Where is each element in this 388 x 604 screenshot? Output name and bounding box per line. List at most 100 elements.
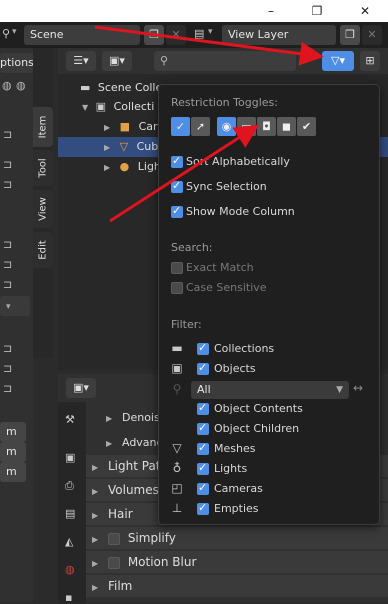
viewport-disable-toggle[interactable]: ▭ xyxy=(237,117,256,136)
scene-name-field[interactable]: Scene xyxy=(24,25,140,45)
panel-label: Hair xyxy=(107,507,133,521)
scene-icon: ⚲ xyxy=(2,27,11,40)
display-mode-dropdown[interactable]: ☰▾ xyxy=(66,51,96,71)
tab-view[interactable]: View xyxy=(33,190,53,228)
holdout-toggle[interactable]: ◼ xyxy=(277,117,296,136)
panel-label: Advanc xyxy=(121,436,163,449)
chevron-down-icon[interactable]: ▾ xyxy=(12,28,17,37)
object-contents-label: Object Contents xyxy=(214,402,303,415)
lock-icon[interactable]: ⊐ xyxy=(3,238,12,251)
outliner-filter-mode-dropdown[interactable]: ▣▾ xyxy=(102,51,132,71)
lock-icon[interactable]: ⊐ xyxy=(3,362,12,375)
lights-checkbox[interactable] xyxy=(197,461,209,475)
delete-view-layer-button[interactable]: ✕ xyxy=(362,25,382,45)
output-icon[interactable]: ⎙ xyxy=(65,480,74,491)
render-icon[interactable]: ▣ xyxy=(65,452,75,463)
sort-alphabetically-checkbox[interactable] xyxy=(171,154,183,168)
dimension-y-field[interactable]: m xyxy=(0,442,26,462)
lock-icon[interactable]: ⊐ xyxy=(3,128,12,141)
motion-blur-checkbox[interactable] xyxy=(107,556,120,569)
view-layer-icon[interactable]: ▤ xyxy=(65,508,75,519)
delete-scene-button[interactable]: ✕ xyxy=(166,25,186,45)
lock-icon[interactable]: ⊐ xyxy=(3,258,12,271)
selectable-toggle[interactable]: ➚ xyxy=(191,117,210,136)
sort-alphabetically-label: Sort Alphabetically xyxy=(186,155,290,168)
editor-type-dropdown[interactable]: ▣▾ xyxy=(66,378,96,398)
meshes-checkbox[interactable] xyxy=(197,441,209,455)
lock-icon[interactable]: ⊐ xyxy=(3,158,12,171)
panel-motion-blur[interactable]: ▶ Motion Blur xyxy=(86,551,388,573)
exact-match-checkbox[interactable] xyxy=(171,262,183,274)
world-icon[interactable]: ◍ xyxy=(65,564,75,575)
panel-label: Motion Blur xyxy=(127,555,197,569)
shading-buttons[interactable]: ◍ ◍ xyxy=(0,78,33,96)
tab-item[interactable]: Item xyxy=(33,107,53,147)
rotation-mode-dropdown[interactable]: ▾ xyxy=(0,296,30,316)
chevron-right-icon: ▶ xyxy=(92,583,99,592)
collection-icon: ▬ xyxy=(171,341,183,355)
exclude-checkbox-toggle[interactable]: ✓ xyxy=(171,117,190,136)
dimension-z-field[interactable]: m xyxy=(0,462,26,482)
scene-icon[interactable]: ◭ xyxy=(65,536,73,547)
chevron-right-icon[interactable]: ▶ xyxy=(104,163,110,172)
panel-label: Volumes xyxy=(107,483,159,497)
case-sensitive-label: Case Sensitive xyxy=(186,281,267,294)
row-label: Collecti xyxy=(113,100,155,113)
objects-filter-dropdown[interactable]: All ▼ xyxy=(191,381,349,399)
panel-simplify[interactable]: ▶ Simplify xyxy=(86,527,388,549)
tab-edit[interactable]: Edit xyxy=(33,232,53,268)
indirect-only-toggle[interactable]: ✔ xyxy=(297,117,316,136)
minimize-button[interactable]: – xyxy=(256,2,286,20)
object-children-checkbox[interactable] xyxy=(197,421,209,435)
cameras-checkbox[interactable] xyxy=(197,481,209,495)
filter-heading: Filter: xyxy=(171,318,202,331)
tab-tool[interactable]: Tool xyxy=(33,150,53,186)
meshes-label: Meshes xyxy=(214,442,256,455)
exact-match-label: Exact Match xyxy=(186,261,254,274)
sphere-icon[interactable]: ◍ xyxy=(16,80,26,91)
camera-icon: ■ xyxy=(119,120,131,133)
outliner-search-input[interactable]: ⚲ xyxy=(154,51,296,71)
sync-selection-checkbox[interactable] xyxy=(171,179,183,193)
lock-icon[interactable]: ⊐ xyxy=(3,382,12,395)
tab-label: Tool xyxy=(37,158,49,178)
view-layer-icon: ▤ xyxy=(194,27,205,40)
new-view-layer-button[interactable]: ❐ xyxy=(340,25,360,45)
collections-checkbox[interactable] xyxy=(197,341,209,355)
case-sensitive-checkbox[interactable] xyxy=(171,282,183,294)
viewport-hide-toggle[interactable]: ◉ xyxy=(217,117,236,136)
render-disable-toggle[interactable]: ◘ xyxy=(257,117,276,136)
chevron-right-icon[interactable]: ▶ xyxy=(104,143,110,152)
empties-checkbox[interactable] xyxy=(197,501,209,515)
row-label: Cub xyxy=(136,140,159,153)
restriction-toggles-heading: Restriction Toggles: xyxy=(171,96,278,109)
collections-label: Collections xyxy=(214,342,275,355)
tab-label: View xyxy=(37,197,49,221)
lock-icon[interactable]: ⊐ xyxy=(3,278,12,291)
new-scene-button[interactable]: ❐ xyxy=(144,25,164,45)
lock-icon[interactable]: ⊐ xyxy=(3,342,12,355)
chevron-right-icon[interactable]: ▶ xyxy=(104,123,110,132)
swap-arrows-icon[interactable]: ↔ xyxy=(353,382,363,394)
sphere-icon[interactable]: ◍ xyxy=(2,80,12,91)
chevron-down-icon[interactable]: ▼ xyxy=(82,103,88,112)
cameras-label: Cameras xyxy=(214,482,263,495)
tool-icon[interactable]: ⚒ xyxy=(65,414,75,425)
objects-checkbox[interactable] xyxy=(197,361,209,375)
panel-film[interactable]: ▶ Film xyxy=(86,575,388,597)
tab-label: Edit xyxy=(37,240,49,260)
filter-popover-button[interactable]: ▽▾ xyxy=(322,51,354,71)
new-collection-button[interactable]: ⊞ xyxy=(360,51,380,71)
dimension-x-field[interactable]: m xyxy=(0,422,26,442)
object-contents-checkbox[interactable] xyxy=(197,401,209,415)
show-mode-column-checkbox[interactable] xyxy=(171,204,183,218)
close-button[interactable]: ✕ xyxy=(350,2,380,20)
lock-icon[interactable]: ⊐ xyxy=(3,178,12,191)
search-heading: Search: xyxy=(171,241,213,254)
view-layer-field[interactable]: View Layer xyxy=(222,25,336,45)
object-icon[interactable]: ▪ xyxy=(65,592,72,603)
chevron-down-icon[interactable]: ▾ xyxy=(208,28,213,37)
simplify-checkbox[interactable] xyxy=(107,532,120,545)
maximize-button[interactable]: ❐ xyxy=(302,2,332,20)
tab-label: Item xyxy=(37,115,49,139)
